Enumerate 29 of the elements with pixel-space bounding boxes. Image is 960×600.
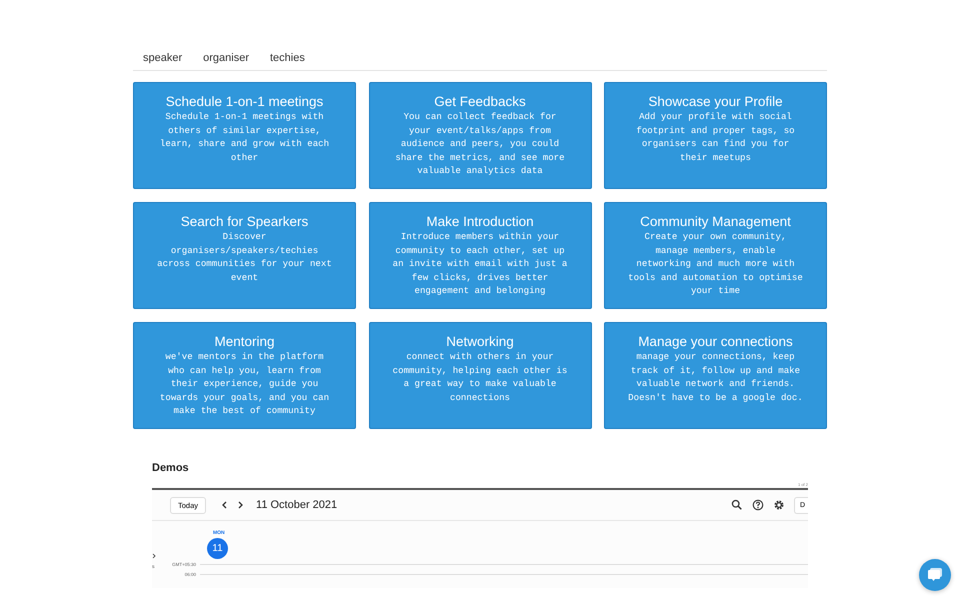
tab[interactable]: speaker <box>143 52 182 64</box>
help-icon[interactable] <box>752 499 764 511</box>
card-description: You can collect feedback for your event/talks/apps from audience and peers, you could share the metrics, and see more valuable analytics data <box>394 110 566 178</box>
calendar-date: 11 October 2021 <box>256 499 338 511</box>
chevron-icon[interactable] <box>152 553 156 559</box>
tab[interactable]: organiser <box>203 52 249 64</box>
card-description: connect with others in your community, helping each other is a great way to make valuable connections <box>392 350 568 404</box>
card-title: Get Feedbacks <box>433 94 527 110</box>
card-description: Create your own community, manage members, enable networking and much more with tools and automation to optimise your time <box>627 230 804 298</box>
card-description: Schedule 1-on-1 meetings with others of similar expertise, learn, share and grow with each other <box>158 110 330 164</box>
card-title: Search for Spearkers <box>180 214 310 230</box>
card-title: Showcase your Profile <box>647 94 784 110</box>
day-number[interactable]: 11 <box>207 538 228 559</box>
card-description: manage your connections, keep track of it, follow up and make valuable network and friends. Doesn't have to be a google doc. <box>627 350 804 404</box>
chat-button[interactable] <box>919 559 951 591</box>
card-title: Mentoring <box>213 334 276 350</box>
card-title: Make Introduction <box>425 214 535 230</box>
card-title: Community Management <box>639 214 792 230</box>
settings-icon[interactable] <box>772 499 785 511</box>
card-description: Introduce members within your community to each other, set up an invite with email with just a few clicks, drives better engagement and belonging <box>392 230 568 298</box>
section-heading: Demos <box>152 462 190 474</box>
card-title: Schedule 1-on-1 meetings <box>164 94 324 110</box>
card-description: Add your profile with social footprint and proper tags, so organisers can find you for their meetups <box>635 110 796 164</box>
card-title: Manage your connections <box>637 334 794 350</box>
tab[interactable]: techies <box>270 52 305 64</box>
card-description: Discover organisers/speakers/techies across communities for your next event <box>156 230 333 284</box>
search-icon[interactable] <box>730 499 743 511</box>
card-title: Networking <box>445 334 515 350</box>
card-description: we've mentors in the platform who can help you, learn from their experience, guide you towards your goals, and you can make the best of community <box>158 350 330 418</box>
